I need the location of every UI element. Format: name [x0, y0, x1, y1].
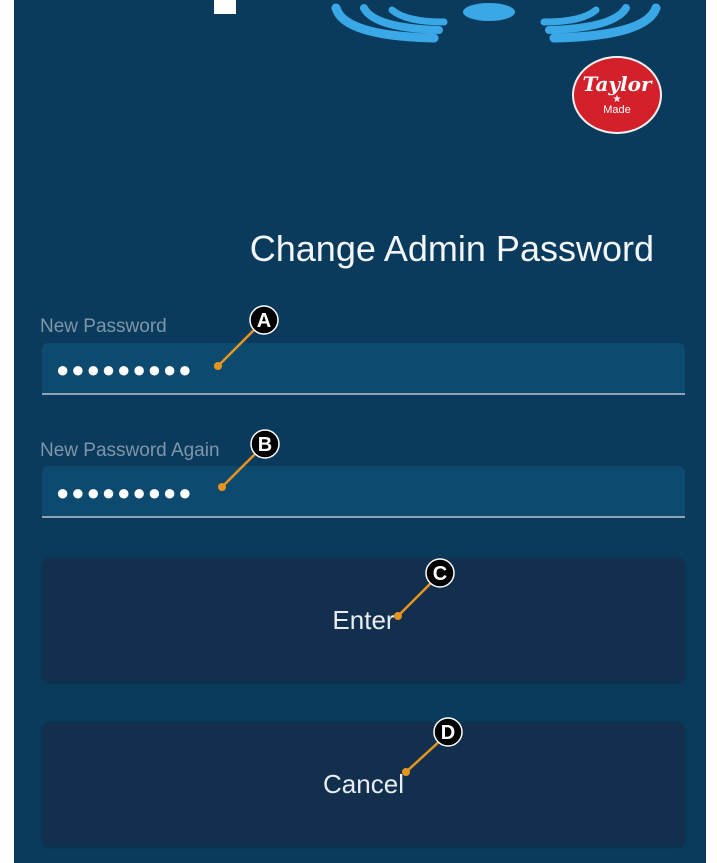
app-screen: Taylor ★ Made Change Admin Password New …	[14, 0, 706, 863]
new-password-field[interactable]: ●●●●●●●●●	[42, 343, 685, 395]
logo-text-taylor: Taylor	[582, 72, 652, 96]
new-password-again-value: ●●●●●●●●●	[56, 480, 194, 505]
page-title: Change Admin Password	[249, 228, 654, 269]
cancel-button[interactable]: Cancel	[42, 722, 685, 846]
new-password-label: New Password	[40, 316, 167, 337]
new-password-again-label: New Password Again	[40, 440, 220, 461]
taylor-made-logo: Taylor ★ Made	[574, 58, 660, 132]
enter-button[interactable]: Enter	[42, 558, 685, 682]
wifi-signal-graphic	[214, 0, 661, 43]
new-password-value: ●●●●●●●●●	[56, 357, 194, 382]
new-password-again-field[interactable]: ●●●●●●●●●	[42, 466, 685, 518]
logo-text-made: Made	[603, 104, 631, 116]
